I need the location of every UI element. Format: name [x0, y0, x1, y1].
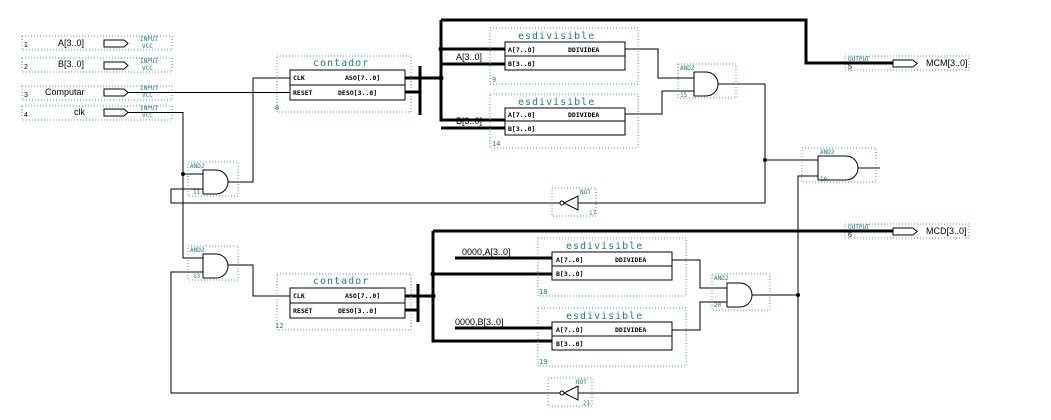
svg-text:A[7..0]: A[7..0]: [556, 326, 583, 334]
svg-text:B[3..0]: B[3..0]: [508, 125, 535, 133]
svg-text:INPUT: INPUT: [140, 36, 158, 43]
bus-label-a-top: A[3..0]: [456, 52, 482, 62]
svg-text:MCM[3..0]: MCM[3..0]: [926, 58, 968, 68]
contador-block-8[interactable]: contador CLK ASO[7..0] RESET DESO[3..0] …: [275, 55, 412, 113]
svg-text:VCC: VCC: [142, 92, 153, 99]
svg-text:A[7..0]: A[7..0]: [556, 256, 583, 264]
and-gate-16[interactable]: AND2 16: [801, 147, 877, 183]
svg-text:12: 12: [275, 322, 283, 330]
svg-text:4: 4: [24, 112, 28, 119]
svg-text:13: 13: [193, 273, 201, 280]
svg-text:AND2: AND2: [680, 65, 695, 72]
svg-text:B[3..0]: B[3..0]: [556, 270, 583, 278]
svg-text:RESET: RESET: [293, 89, 313, 97]
esdivisible-block-19[interactable]: esdivisible A[7..0] DDIVIDEA B[3..0] 19: [537, 307, 687, 367]
svg-text:INPUT: INPUT: [140, 58, 158, 65]
bus-label-b-top: B[3..0]: [456, 116, 482, 126]
bus-label-b-bot: 0000,B[3..0]: [455, 317, 504, 327]
svg-text:AND2: AND2: [820, 149, 835, 156]
esdivisible-block-14[interactable]: esdivisible A[7..0] DDIVIDEA B[3..0] 14: [489, 93, 639, 149]
svg-text:B[3..0]: B[3..0]: [556, 340, 583, 348]
svg-text:15: 15: [680, 92, 688, 99]
svg-text:5: 5: [848, 64, 852, 71]
svg-text:DDIVIDEA: DDIVIDEA: [615, 326, 646, 334]
svg-text:DDIVIDEA: DDIVIDEA: [568, 111, 599, 119]
svg-text:NOT: NOT: [580, 189, 591, 196]
svg-text:21: 21: [583, 400, 591, 407]
svg-text:B[3..0]: B[3..0]: [508, 60, 535, 68]
svg-text:clk: clk: [74, 107, 85, 117]
svg-text:ASO[7..0]: ASO[7..0]: [345, 292, 380, 300]
svg-text:Computar: Computar: [45, 87, 85, 97]
svg-text:8: 8: [275, 104, 279, 112]
svg-text:B[3..0]: B[3..0]: [58, 59, 84, 69]
svg-text:esdivisible: esdivisible: [566, 241, 643, 252]
svg-text:INPUT: INPUT: [140, 85, 158, 92]
svg-text:DDIVIDEA: DDIVIDEA: [568, 46, 599, 54]
svg-text:VCC: VCC: [142, 112, 153, 119]
input-pin-a[interactable]: 1 A[3..0] INPUT VCC: [21, 35, 173, 51]
svg-text:AND2: AND2: [190, 163, 205, 170]
svg-text:VCC: VCC: [142, 65, 153, 72]
esdivisible-block-9[interactable]: esdivisible A[7..0] DDIVIDEA B[3..0] 9: [489, 27, 639, 85]
svg-text:MCD[3..0]: MCD[3..0]: [926, 226, 967, 236]
svg-text:DESO[3..0]: DESO[3..0]: [338, 307, 377, 315]
svg-text:DDIVIDEA: DDIVIDEA: [615, 256, 646, 264]
svg-text:6: 6: [848, 232, 852, 239]
svg-text:NOT: NOT: [576, 379, 587, 386]
svg-text:9: 9: [492, 76, 496, 84]
svg-text:1: 1: [24, 42, 28, 49]
svg-text:A[7..0]: A[7..0]: [508, 111, 535, 119]
svg-text:contador: contador: [313, 58, 369, 69]
bus-label-a-bot: 0000,A[3..0]: [462, 247, 511, 257]
svg-text:14: 14: [492, 140, 500, 148]
svg-text:ASO[7..0]: ASO[7..0]: [345, 74, 380, 82]
input-pin-b[interactable]: 2 B[3..0] INPUT VCC: [21, 57, 173, 73]
svg-text:18: 18: [539, 288, 547, 296]
svg-text:esdivisible: esdivisible: [518, 97, 595, 108]
svg-text:19: 19: [539, 358, 547, 366]
svg-text:AND2: AND2: [714, 275, 729, 282]
svg-text:RESET: RESET: [293, 307, 313, 315]
svg-text:contador: contador: [313, 276, 369, 287]
svg-text:2: 2: [24, 64, 28, 71]
svg-text:CLK: CLK: [293, 74, 305, 82]
esdivisible-block-18[interactable]: esdivisible A[7..0] DDIVIDEA B[3..0] 18: [537, 237, 687, 297]
svg-text:CLK: CLK: [293, 292, 305, 300]
svg-text:20: 20: [714, 302, 722, 309]
and-gate-13[interactable]: AND2 13: [187, 245, 239, 281]
schematic-canvas: 1 A[3..0] INPUT VCC 2 B[3..0] INPUT VCC …: [21, 18, 970, 407]
and-gate-15[interactable]: AND2 15: [677, 63, 737, 99]
and-gate-11[interactable]: AND2 11: [187, 161, 239, 197]
svg-text:INPUT: INPUT: [140, 105, 158, 112]
svg-text:esdivisible: esdivisible: [566, 311, 643, 322]
svg-text:DESO[3..0]: DESO[3..0]: [338, 89, 377, 97]
svg-text:A[3..0]: A[3..0]: [58, 38, 84, 48]
svg-text:VCC: VCC: [142, 43, 153, 50]
svg-text:16: 16: [820, 176, 828, 183]
svg-text:AND2: AND2: [190, 247, 205, 254]
svg-text:A[7..0]: A[7..0]: [508, 46, 535, 54]
and-gate-20[interactable]: AND2 20: [711, 273, 771, 311]
svg-text:esdivisible: esdivisible: [518, 31, 595, 42]
svg-text:17: 17: [589, 210, 597, 217]
svg-text:11: 11: [193, 189, 201, 196]
svg-text:3: 3: [24, 92, 28, 99]
contador-block-12[interactable]: contador CLK ASO[7..0] RESET DESO[3..0] …: [275, 273, 412, 331]
